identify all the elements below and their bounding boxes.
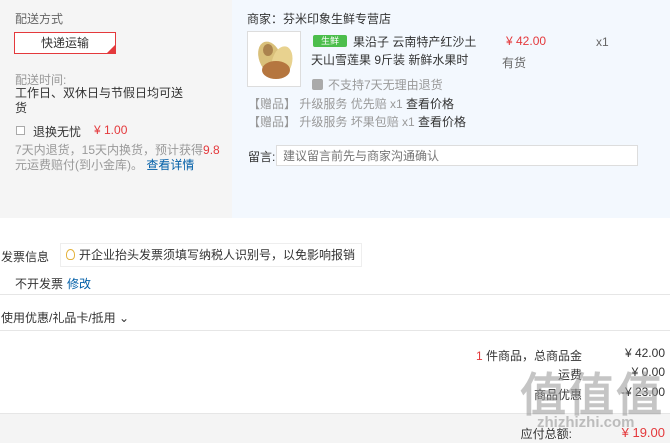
invoice-edit-link[interactable]: 修改: [67, 275, 91, 292]
items-total-value: ¥ 42.00: [624, 346, 665, 360]
swap-service-price: ¥ 1.00: [94, 123, 128, 137]
discount-toggle[interactable]: 使用优惠/礼品卡/抵用 ⌄: [1, 309, 129, 326]
product-price: ¥ 42.00: [506, 34, 547, 48]
no-return-icon: [312, 79, 323, 90]
gift-tag: 【赠品】: [248, 97, 297, 111]
invoice-section-label: 发票信息: [1, 250, 50, 264]
lightbulb-icon: [66, 249, 75, 260]
divider: [0, 330, 670, 331]
gift-text: 升级服务 坏果包赔 x1: [299, 115, 415, 129]
shipping-method-label: 配送方式: [15, 12, 64, 26]
product-title-line2[interactable]: 天山雪莲果 9斤装 新鲜水果时: [311, 51, 468, 68]
note-label: 留言:: [248, 150, 276, 164]
product-title-line1[interactable]: 果沿子 云南特产红沙土: [353, 33, 476, 50]
gift-text: 升级服务 优先赔 x1: [299, 97, 403, 111]
swap-service-description: 7天内退货，15天内换货，预计获得9.8 元运费赔付(到小金库)。 查看详情: [15, 143, 227, 173]
view-details-link[interactable]: 查看详情: [146, 158, 194, 172]
stock-status: 有货: [502, 56, 527, 70]
swap-service-label[interactable]: 退换无忧: [33, 123, 81, 140]
gift-item: 【赠品】 升级服务 优先赔 x1 查看价格: [248, 95, 454, 112]
seller-note-input[interactable]: [276, 145, 638, 166]
fresh-badge: 生鲜: [313, 35, 347, 47]
shipping-time-value: 工作日、双休日与节假日均可送货: [15, 86, 184, 115]
invoice-status: 不开发票: [15, 277, 64, 291]
gift-item: 【赠品】 升级服务 坏果包赔 x1 查看价格: [248, 113, 466, 130]
product-thumbnail[interactable]: [247, 31, 301, 87]
seller-name[interactable]: 商家：芬米印象生鲜专营店: [247, 10, 391, 27]
no-return-notice: 不支持7天无理由退货: [328, 78, 443, 92]
swap-service-checkbox[interactable]: [16, 126, 25, 135]
selected-corner-icon: [107, 45, 115, 53]
swap-desc-text: 7天内退货，15天内换货，预计获得: [15, 143, 204, 157]
yacon-image-icon: [248, 32, 300, 86]
gift-price-link[interactable]: 查看价格: [418, 115, 466, 129]
gift-tag: 【赠品】: [248, 115, 297, 129]
watermark-url: zhizhizhi.com: [537, 414, 635, 431]
fresh-badge-text: 生鲜: [320, 36, 339, 46]
gift-price-link[interactable]: 查看价格: [406, 97, 454, 111]
divider: [0, 294, 670, 295]
invoice-tip: 开企业抬头发票须填写纳税人识别号，以免影响报销: [60, 243, 362, 267]
items-count: 1: [475, 349, 483, 363]
product-quantity: x1: [596, 35, 609, 49]
swap-desc-text-2: 元运费赔付(到小金库)。: [15, 158, 143, 172]
express-shipping-option[interactable]: 快递运输: [14, 32, 116, 54]
express-shipping-label: 快递运输: [40, 36, 89, 50]
swap-desc-amount: 9.8: [203, 143, 220, 157]
